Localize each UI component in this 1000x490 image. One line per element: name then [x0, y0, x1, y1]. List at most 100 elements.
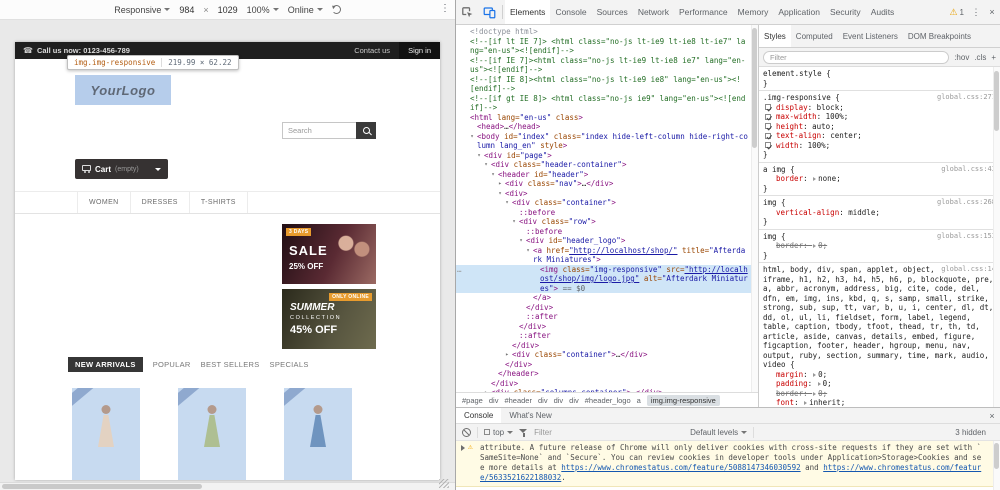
dom-tree-line[interactable]: ▾<div class="header-container">	[456, 160, 758, 170]
disclosure-down-icon[interactable]: ▾	[482, 160, 490, 170]
dom-tree-line[interactable]: </a>	[456, 293, 758, 303]
device-toolbar-more-options-icon[interactable]: ⋮	[440, 3, 450, 14]
dom-tree-line[interactable]: <!--[if IE 7]><html class="no-js lt-ie9 …	[456, 56, 758, 75]
shorthand-expand-icon[interactable]	[818, 382, 821, 386]
inspect-element-icon[interactable]	[456, 0, 478, 24]
dom-tree-line[interactable]: ::after	[456, 331, 758, 341]
stylesheet-link[interactable]: global.css:271	[937, 93, 996, 103]
disclosure-down-icon[interactable]: ▾	[517, 236, 525, 246]
tab-new-arrivals[interactable]: NEW ARRIVALS	[68, 357, 143, 372]
dom-tree-line[interactable]: <head>…</head>	[456, 122, 758, 132]
styles-toolbar-toggle[interactable]: .cls	[974, 53, 986, 62]
dom-tree-line[interactable]: ::after	[456, 312, 758, 322]
shorthand-expand-icon[interactable]	[813, 177, 816, 181]
dom-tree-line[interactable]: ▾<div class="container">	[456, 198, 758, 208]
css-property[interactable]: font: inherit;	[763, 398, 996, 407]
scrollbar-thumb[interactable]	[752, 28, 757, 148]
property-checkbox[interactable]	[765, 142, 771, 148]
dom-tree-line[interactable]: ▸<div class="columns-container">…</div>	[456, 388, 758, 392]
dom-tree-line[interactable]: ▸<div class="container">…</div>	[456, 350, 758, 360]
device-type-select[interactable]: Responsive	[114, 5, 170, 15]
console-filter-input[interactable]	[534, 428, 684, 437]
shorthand-expand-icon[interactable]	[813, 373, 816, 377]
breadcrumb-item[interactable]: div	[489, 396, 499, 405]
product-thumbnail[interactable]	[284, 388, 352, 480]
site-logo-highlighted[interactable]: YourLogo	[75, 75, 171, 105]
stylesheet-link[interactable]: global.css:153	[937, 232, 996, 242]
dom-tree-line[interactable]: ▾<a href="http://localhost/shop/" title=…	[456, 246, 758, 265]
shorthand-expand-icon[interactable]	[804, 401, 807, 405]
dom-tree-line[interactable]: </div>	[456, 379, 758, 389]
network-throttle-select[interactable]: Online	[288, 5, 323, 15]
console-scrollbar[interactable]	[993, 441, 1000, 490]
dom-tree-line[interactable]: ▾<body id="index" class="index hide-left…	[456, 132, 758, 151]
property-checkbox[interactable]	[765, 133, 771, 139]
css-property[interactable]: border: 0;	[763, 241, 996, 251]
dom-tree-line[interactable]: <!--[if gt IE 8]> <html class="no-js ie9…	[456, 94, 758, 113]
devtools-close-icon[interactable]: ×	[984, 7, 1000, 17]
css-property[interactable]: max-width: 100%;	[763, 112, 996, 122]
dom-tree-line[interactable]: <!--[if lt IE 7]> <html class="no-js lt-…	[456, 37, 758, 56]
breadcrumb-item[interactable]: div	[569, 396, 579, 405]
devtools-tab-elements[interactable]: Elements	[505, 0, 550, 24]
dom-tree-line[interactable]: <html lang="en-us" class>	[456, 113, 758, 123]
dom-tree-line[interactable]: ::before	[456, 208, 758, 218]
styles-toolbar-toggle[interactable]: +	[991, 53, 996, 62]
issues-warning-badge[interactable]: ⚠ 1	[945, 7, 968, 18]
devtools-tab-performance[interactable]: Performance	[674, 0, 733, 24]
disclosure-down-icon[interactable]: ▾	[524, 246, 532, 256]
disclosure-down-icon[interactable]: ▾	[468, 132, 476, 142]
cart-button[interactable]: Cart (empty)	[75, 159, 168, 179]
log-levels-select[interactable]: Default levels	[690, 428, 747, 437]
dom-tree-line[interactable]: </div>	[456, 360, 758, 370]
nav-item-t-shirts[interactable]: T-SHIRTS	[190, 192, 248, 213]
disclosure-down-icon[interactable]: ▾	[503, 198, 511, 208]
console-warning-message[interactable]: ⚠ attribute. A future release of Chrome …	[456, 441, 1000, 487]
css-property[interactable]: padding: 0;	[763, 379, 996, 389]
nav-item-women[interactable]: WOMEN	[77, 192, 131, 213]
sign-in-link[interactable]: Sign in	[399, 42, 440, 59]
zoom-select[interactable]: 100%	[247, 5, 279, 15]
dom-tree-line[interactable]: <!doctype html>	[456, 27, 758, 37]
styles-scrollbar[interactable]	[993, 67, 1000, 407]
disclosure-down-icon[interactable]: ▾	[489, 170, 497, 180]
styles-tab-styles[interactable]: Styles	[759, 25, 791, 47]
dom-tree-line[interactable]: </div>	[456, 303, 758, 313]
css-property[interactable]: vertical-align: middle;	[763, 208, 996, 218]
css-property[interactable]: text-align: center;	[763, 131, 996, 141]
styles-tab-event-listeners[interactable]: Event Listeners	[838, 25, 903, 47]
breadcrumb-item[interactable]: div	[538, 396, 548, 405]
disclosure-right-icon[interactable]: ▸	[496, 179, 504, 189]
clear-console-icon[interactable]	[462, 428, 471, 437]
tab-specials[interactable]: SPECIALS	[270, 360, 309, 369]
console-context-select[interactable]: top	[484, 428, 513, 437]
dom-tree-line[interactable]: </div>	[456, 322, 758, 332]
breadcrumb-item[interactable]: #header	[504, 396, 532, 405]
css-selector[interactable]: .img-responsive	[763, 93, 831, 102]
devtools-tab-memory[interactable]: Memory	[733, 0, 774, 24]
promo-banner[interactable]: ONLY ONLINESUMMERCOLLECTION45% OFF	[282, 289, 376, 349]
css-property[interactable]: width: 100%;	[763, 141, 996, 151]
disclosure-right-icon[interactable]: ▸	[503, 350, 511, 360]
css-property[interactable]: border: none;	[763, 174, 996, 184]
devtools-menu-icon[interactable]: ⋮	[968, 7, 984, 18]
drawer-close-icon[interactable]: ×	[984, 408, 1000, 423]
hidden-messages-count[interactable]: 3 hidden	[955, 428, 994, 437]
search-input[interactable]	[282, 122, 356, 139]
disclosure-down-icon[interactable]: ▾	[496, 189, 504, 199]
breadcrumb-item[interactable]: div	[554, 396, 564, 405]
drawer-tab-console[interactable]: Console	[456, 408, 501, 423]
promo-banner[interactable]: 3 DAYSSALE25% OFF	[282, 224, 376, 284]
disclosure-right-icon[interactable]: ▸	[482, 388, 490, 392]
breadcrumb-item[interactable]: #page	[462, 396, 483, 405]
disclosure-down-icon[interactable]: ▾	[475, 151, 483, 161]
devtools-tab-audits[interactable]: Audits	[866, 0, 900, 24]
viewport-resize-grip[interactable]	[439, 479, 449, 488]
property-checkbox[interactable]	[765, 114, 771, 120]
stylesheet-link[interactable]: global.css:43	[941, 165, 996, 175]
devtools-tab-sources[interactable]: Sources	[592, 0, 633, 24]
nav-item-dresses[interactable]: DRESSES	[131, 192, 190, 213]
dom-tree-line[interactable]: <!--[if IE 8]><html class="no-js lt-ie9 …	[456, 75, 758, 94]
console-link[interactable]: https://www.chromestatus.com/feature/508…	[561, 463, 800, 472]
elements-scrollbar[interactable]	[751, 25, 758, 392]
